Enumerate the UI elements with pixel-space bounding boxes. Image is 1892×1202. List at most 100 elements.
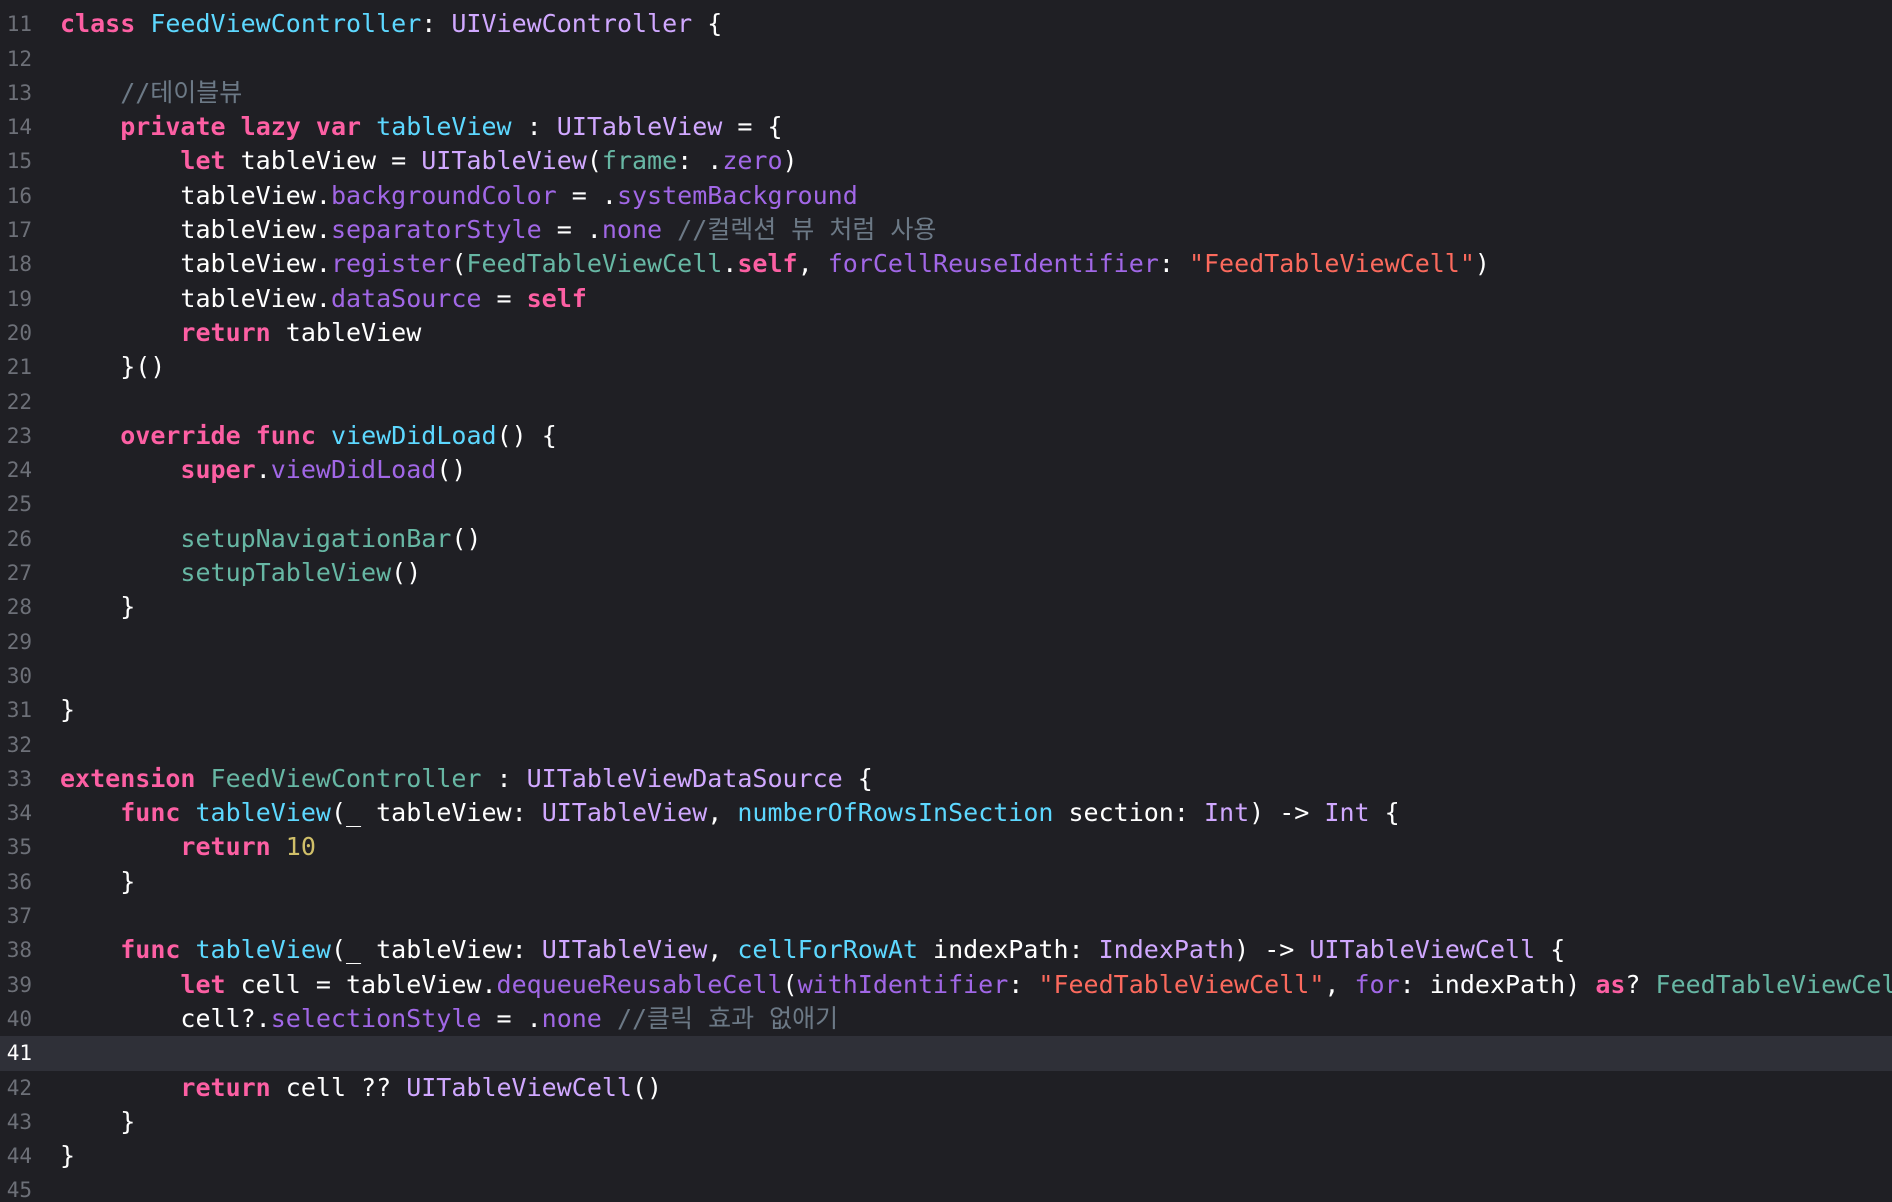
source-code[interactable]: 10 11 class FeedViewController: UIViewCont… [0,0,1892,1202]
code-token: lazy [240,112,301,142]
line-text: } [60,1105,135,1139]
line-number: 19 [6,286,32,311]
code-token: func [120,798,181,828]
code-line[interactable]: 13 //테이블뷰 [0,76,1892,110]
code-line[interactable]: 32 [0,728,1892,762]
code-token: ? [1625,969,1656,999]
code-token: UITableView [421,146,587,176]
code-token: UITableView [541,935,708,965]
code-token: : . [677,146,723,176]
code-line[interactable]: 36 } [0,865,1892,899]
code-line[interactable]: 40 cell?.selectionStyle = .none //클릭 효과 … [0,1002,1892,1036]
code-editor[interactable]: 10 11 class FeedViewController: UIViewCont… [0,0,1892,1202]
code-token: (_ tableView: [330,935,542,965]
code-line[interactable]: 33 extension FeedViewController : UITable… [0,762,1892,796]
code-token: : [421,9,452,39]
code-token: () [631,1072,663,1102]
line-number: 38 [6,938,32,963]
code-token: tableView. [60,249,331,279]
code-line[interactable]: 11 class FeedViewController: UIViewContro… [0,7,1892,41]
code-line[interactable]: 24 super.viewDidLoad() [0,453,1892,487]
code-line[interactable]: 25 [0,487,1892,521]
code-line[interactable]: 37 [0,899,1892,933]
code-token: UITableViewCell [406,1072,632,1102]
code-token: { [692,9,723,39]
code-line[interactable]: 16 tableView.backgroundColor = .systemBa… [0,179,1892,213]
code-line[interactable]: 30 [0,659,1892,693]
code-token: { [1369,798,1400,828]
code-token: register [330,249,452,279]
code-token: FeedTableViewCell [466,249,723,279]
code-token: self [737,249,798,279]
code-line[interactable]: 39 let cell = tableView.dequeueReusableC… [0,968,1892,1002]
code-line[interactable]: 34 func tableView(_ tableView: UITableVi… [0,796,1892,830]
code-token: : indexPath) [1399,969,1596,999]
code-line[interactable]: 44} [0,1139,1892,1173]
code-line[interactable]: 19 tableView.dataSource = self [0,282,1892,316]
code-line[interactable]: 17 tableView.separatorStyle = .none //컬렉… [0,213,1892,247]
code-token: func [120,935,181,965]
code-line[interactable]: 23 override func viewDidLoad() { [0,419,1892,453]
code-token: } [60,592,136,622]
line-text: class FeedViewController: UIViewControll… [60,7,722,41]
line-number: 44 [6,1144,32,1169]
code-token: setupTableView [180,558,392,588]
code-token: } [60,1141,76,1171]
code-token: . [255,455,271,485]
line-number: 36 [6,869,32,894]
code-token: Int [1203,798,1250,828]
line-text: let cell = tableView.dequeueReusableCell… [60,968,1892,1002]
code-line[interactable]: 42 return cell ?? UITableViewCell() [0,1071,1892,1105]
line-number: 35 [6,835,32,860]
code-line[interactable]: 15 let tableView = UITableView(frame: .z… [0,144,1892,178]
code-token: : [1158,249,1189,279]
line-number: 32 [6,732,32,757]
code-line[interactable]: 29 [0,625,1892,659]
code-token: tableView [195,935,331,965]
code-token: ) [1474,249,1490,279]
code-token: return [180,832,271,862]
line-text: //테이블뷰 [60,76,242,110]
code-token: ) -> [1249,798,1325,828]
code-line[interactable]: 28 } [0,590,1892,624]
code-line[interactable]: 45 [0,1173,1892,1202]
line-number: 43 [6,1109,32,1134]
code-line[interactable]: 27 setupTableView() [0,556,1892,590]
code-line[interactable]: 38 func tableView(_ tableView: UITableVi… [0,933,1892,967]
code-token: FeedViewController [210,763,482,793]
code-token: UITableView [541,798,708,828]
code-token: super [180,455,256,485]
code-line[interactable]: 31} [0,693,1892,727]
code-line[interactable]: 12 [0,42,1892,76]
code-token: separatorStyle [330,215,542,245]
code-line[interactable]: 22 [0,385,1892,419]
code-line[interactable]: 41 [0,1036,1892,1071]
line-number: 16 [6,183,32,208]
line-number: 25 [6,492,32,517]
code-line[interactable]: 14 private lazy var tableView : UITableV… [0,110,1892,144]
code-line[interactable]: 35 return 10 [0,830,1892,864]
code-line[interactable]: 26 setupNavigationBar() [0,522,1892,556]
code-token: : [1008,969,1039,999]
code-line[interactable]: 20 return tableView [0,316,1892,350]
code-line[interactable]: 21 }() [0,350,1892,384]
code-token: ) [782,146,798,176]
line-number: 15 [6,149,32,174]
code-line[interactable]: 43 } [0,1105,1892,1139]
code-line[interactable]: 10 [0,0,1892,7]
code-line[interactable]: 18 tableView.register(FeedTableViewCell.… [0,247,1892,281]
line-text: setupNavigationBar() [60,522,481,556]
code-token: UIViewController [451,9,693,39]
